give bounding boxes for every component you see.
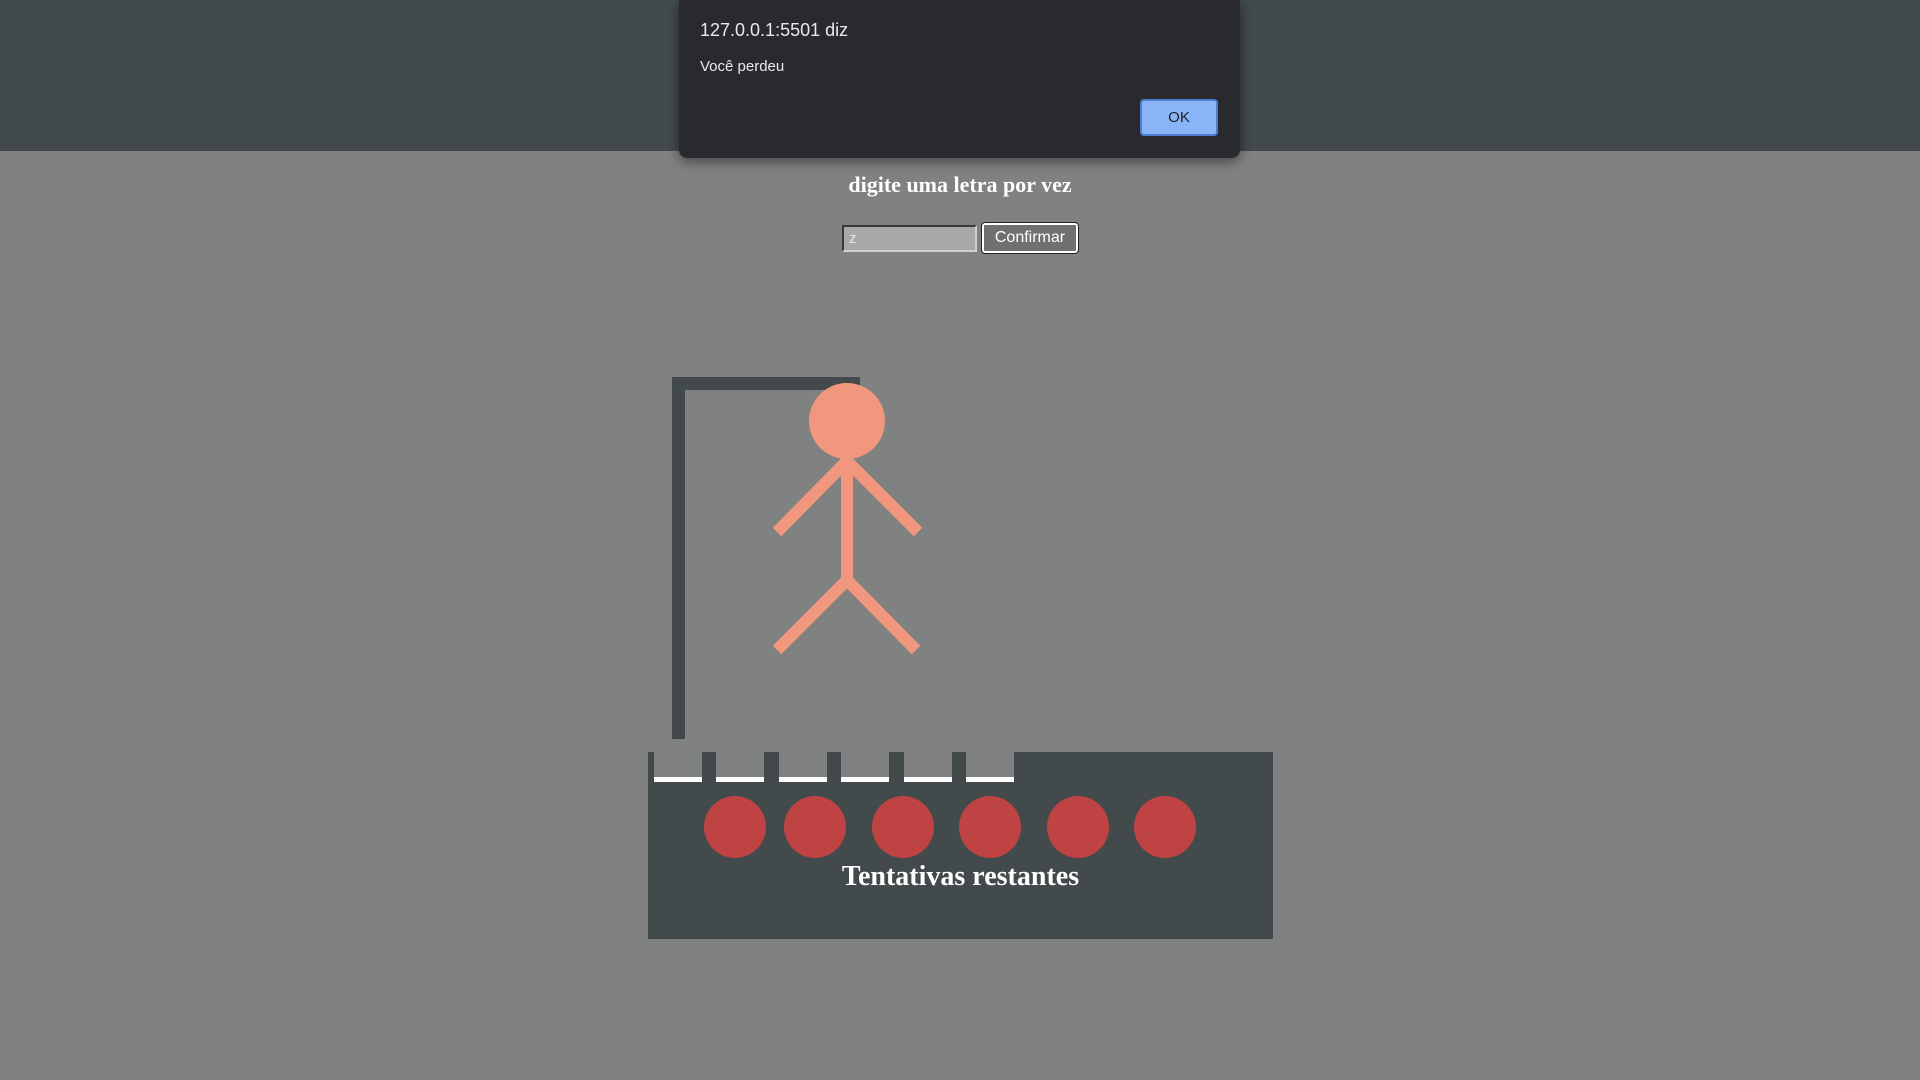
attempts-label: Tentativas restantes: [841, 861, 1080, 892]
alert-dialog: 127.0.0.1:5501 diz Você perdeu OK: [679, 0, 1240, 158]
attempt-dot: [1047, 796, 1109, 858]
attempt-dot: [959, 796, 1021, 858]
dialog-title: 127.0.0.1:5501 diz: [700, 20, 849, 40]
game-board: Tentativas restantes: [648, 752, 1273, 939]
stickman: [772, 383, 923, 655]
letter-slot: [779, 752, 827, 782]
dialog-ok-button[interactable]: OK: [1140, 99, 1218, 136]
letter-slot: [654, 752, 702, 782]
gallows-post: [672, 377, 685, 739]
stickman-left-arm: [772, 456, 852, 537]
letter-slot: [841, 752, 889, 782]
letter-slot: [966, 752, 1014, 782]
letter-slot: [716, 752, 764, 782]
stickman-right-leg: [842, 575, 921, 655]
attempt-dot: [872, 796, 934, 858]
letter-slot: [904, 752, 952, 782]
attempt-dot: [1134, 796, 1196, 858]
stickman-right-arm: [842, 456, 923, 537]
dialog-message: Você perdeu: [700, 58, 785, 75]
attempt-dot: [784, 796, 846, 858]
stickman-head: [809, 383, 885, 459]
attempt-dot: [704, 796, 766, 858]
stickman-left-leg: [772, 575, 852, 655]
